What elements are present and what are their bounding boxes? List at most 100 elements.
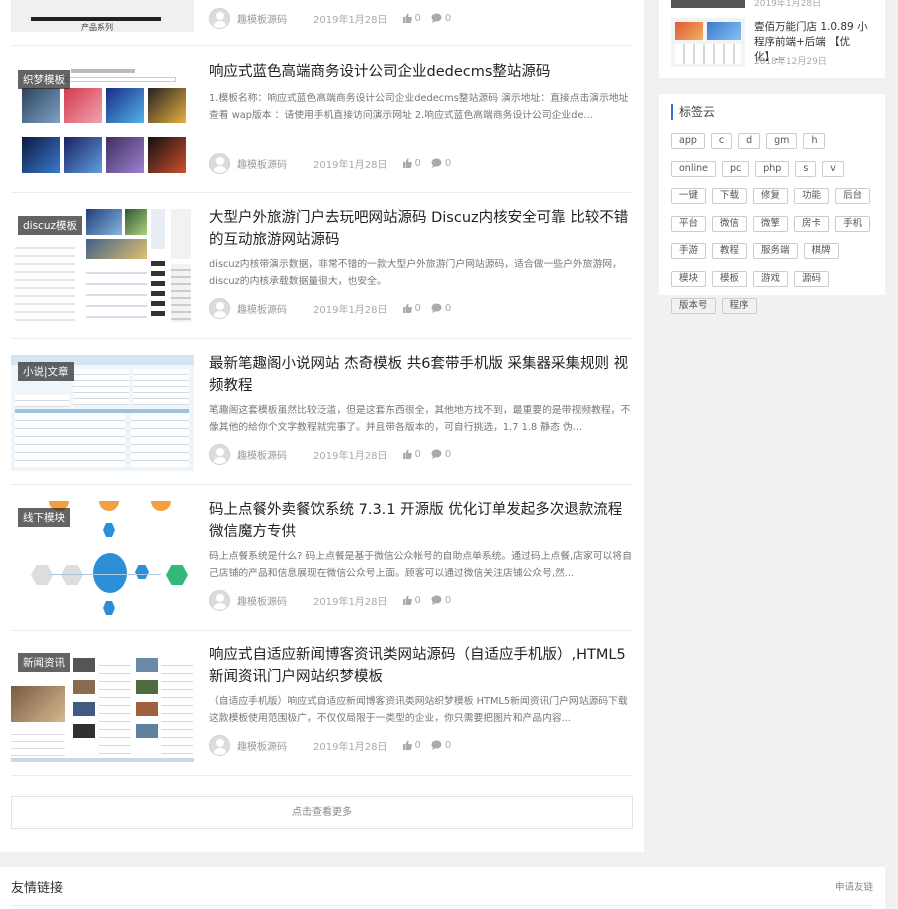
post-title[interactable]: 码上点餐外卖餐饮系统 7.3.1 开源版 优化订单发起多次退款流程 微信魔方专供 xyxy=(209,499,633,543)
tag-item[interactable]: 游戏 xyxy=(753,270,789,287)
post-title[interactable]: 最新笔趣阁小说网站 杰奇模板 共6套带手机版 采集器采集规则 视频教程 xyxy=(209,353,633,397)
post-meta: 趣模板源码 2019年1月28日 0 0 xyxy=(209,152,633,174)
like-count[interactable]: 0 xyxy=(402,158,421,169)
thumbs-up-icon xyxy=(402,158,412,168)
comment-count[interactable]: 0 xyxy=(431,158,451,169)
post-title[interactable]: 大型户外旅游门户去玩吧网站源码 Discuz内核安全可靠 比较不错的互动旅游网站… xyxy=(209,207,633,251)
tag-item[interactable]: gm xyxy=(766,133,798,149)
main-content: 产品系列 趣模板源码 2019年1月28日 0 0 织梦模板 响应式蓝色高端商务… xyxy=(0,0,644,852)
post-thumbnail[interactable]: discuz模板 xyxy=(11,209,194,325)
post-thumbnail[interactable]: 产品系列 xyxy=(11,0,194,32)
user-avatar-icon[interactable] xyxy=(209,7,230,29)
user-avatar-icon[interactable] xyxy=(209,443,230,465)
comment-icon xyxy=(431,303,442,313)
tag-item[interactable]: 源码 xyxy=(794,270,830,287)
thumbs-up-icon xyxy=(402,449,412,459)
tag-item[interactable]: 下载 xyxy=(712,188,748,204)
post-excerpt: 笔趣阁这套模板虽然比较泛滥，但是这套东西很全，其他地方找不到，最重要的是带视频教… xyxy=(209,405,631,433)
like-count[interactable]: 0 xyxy=(402,740,421,751)
tag-item[interactable]: 微擎 xyxy=(753,215,789,232)
comment-count[interactable]: 0 xyxy=(431,303,451,314)
post-date: 2019年1月28日 xyxy=(313,14,388,26)
user-avatar-icon[interactable] xyxy=(209,297,230,319)
post-meta: 趣模板源码 2019年1月28日 0 0 xyxy=(209,734,633,756)
tag-item[interactable]: 版本号 xyxy=(671,298,716,314)
comment-icon xyxy=(431,740,442,750)
post-thumbnail[interactable]: 线下模块 xyxy=(11,501,194,617)
tag-item[interactable]: 手机 xyxy=(835,215,871,232)
tag-item[interactable]: php xyxy=(755,160,790,177)
post-excerpt: （自适应手机版）响应式自适应新闻博客资讯类网站织梦模板 HTML5新闻资讯门户网… xyxy=(209,696,628,724)
post-author[interactable]: 趣模板源码 xyxy=(237,301,287,316)
tag-item[interactable]: 平台 xyxy=(671,215,707,232)
post-author[interactable]: 趣模板源码 xyxy=(237,593,287,608)
tag-item[interactable]: v xyxy=(822,160,844,177)
like-count[interactable]: 0 xyxy=(402,595,421,606)
post-author[interactable]: 趣模板源码 xyxy=(237,156,287,171)
user-avatar-icon[interactable] xyxy=(209,734,230,756)
tag-item[interactable]: d xyxy=(738,133,761,149)
sidebar-item-date: 2018年12月29日 xyxy=(754,57,827,67)
post-author[interactable]: 趣模板源码 xyxy=(237,11,287,26)
post-thumbnail[interactable]: 织梦模板 xyxy=(11,63,194,179)
post-author[interactable]: 趣模板源码 xyxy=(237,738,287,753)
thumbs-up-icon xyxy=(402,740,412,750)
post-thumbnail[interactable]: 新闻资讯 xyxy=(11,646,194,762)
post-meta: 趣模板源码 2019年1月28日 0 0 xyxy=(209,589,633,611)
tag-item[interactable]: 教程 xyxy=(712,243,748,259)
post-excerpt: discuz内核带演示数据，非常不错的一款大型户外旅游门户网站源码，适合做一些户… xyxy=(209,259,622,287)
tag-item[interactable]: 棋牌 xyxy=(803,243,839,259)
post-item: 产品系列 趣模板源码 2019年1月28日 0 0 xyxy=(11,0,633,46)
tag-item[interactable]: 微信 xyxy=(712,215,748,232)
sidebar-item-thumbnail[interactable] xyxy=(671,0,745,8)
user-avatar-icon[interactable] xyxy=(209,589,230,611)
tag-item[interactable]: 模块 xyxy=(671,270,707,287)
post-thumbnail[interactable]: 小说|文章 xyxy=(11,355,194,471)
like-number: 0 xyxy=(414,739,421,751)
like-count[interactable]: 0 xyxy=(402,449,421,460)
tag-item[interactable]: app xyxy=(671,133,705,149)
tag-item[interactable]: 手游 xyxy=(671,243,707,259)
post-meta: 趣模板源码 2019年1月28日 0 0 xyxy=(209,443,633,465)
tag-cloud-list: app c d gm h online pc php s v 一键 下载 修复 功能 后台平台 微信 微擎 房卡手… xyxy=(671,128,877,321)
comment-count[interactable]: 0 xyxy=(431,740,451,751)
tag-item[interactable]: 功能 xyxy=(794,188,830,204)
comment-number: 0 xyxy=(444,739,452,751)
post-meta: 趣模板源码 2019年1月28日 0 0 xyxy=(209,297,633,319)
load-more-button[interactable]: 点击查看更多 xyxy=(11,796,633,829)
category-tag[interactable]: 线下模块 xyxy=(18,508,70,527)
category-tag[interactable]: 新闻资讯 xyxy=(18,653,70,672)
like-count[interactable]: 0 xyxy=(402,303,421,314)
tag-item[interactable]: 修复 xyxy=(753,188,789,204)
comment-number: 0 xyxy=(444,157,452,169)
category-tag[interactable]: discuz模板 xyxy=(18,216,82,235)
tag-item[interactable]: pc xyxy=(721,160,750,177)
tag-item[interactable]: c xyxy=(710,133,733,149)
tag-item[interactable]: 程序 xyxy=(721,298,757,314)
category-tag[interactable]: 小说|文章 xyxy=(18,362,74,381)
post-excerpt: 码上点餐系统是什么? 码上点餐是基于微信公众帐号的自助点单系统。通过码上点餐,店… xyxy=(209,551,632,579)
tag-item[interactable]: 服务端 xyxy=(753,243,798,259)
tag-item[interactable]: h xyxy=(803,133,826,149)
user-avatar-icon[interactable] xyxy=(209,152,230,174)
tag-item[interactable]: 模板 xyxy=(712,270,748,287)
apply-link-button[interactable]: 申请友链 xyxy=(835,879,873,893)
thumbs-up-icon xyxy=(402,595,412,605)
tag-item[interactable]: 一键 xyxy=(671,188,707,204)
tag-item[interactable]: s xyxy=(795,160,817,177)
tag-item[interactable]: 房卡 xyxy=(794,215,830,232)
like-number: 0 xyxy=(414,448,421,460)
post-title[interactable]: 响应式自适应新闻博客资讯类网站源码（自适应手机版）,HTML5新闻资讯门户网站织… xyxy=(209,644,633,688)
like-count[interactable]: 0 xyxy=(402,13,421,24)
post-title[interactable]: 响应式蓝色高端商务设计公司企业dedecms整站源码 xyxy=(209,61,633,83)
comment-count[interactable]: 0 xyxy=(431,449,451,460)
like-number: 0 xyxy=(414,302,421,314)
post-item: 新闻资讯 响应式自适应新闻博客资讯类网站源码（自适应手机版）,HTML5新闻资讯… xyxy=(11,630,633,776)
post-author[interactable]: 趣模板源码 xyxy=(237,447,287,462)
category-tag[interactable]: 织梦模板 xyxy=(18,70,70,89)
tag-item[interactable]: online xyxy=(671,160,716,177)
comment-count[interactable]: 0 xyxy=(431,13,451,24)
sidebar-item-thumbnail[interactable] xyxy=(671,18,745,67)
tag-item[interactable]: 后台 xyxy=(835,188,871,204)
comment-count[interactable]: 0 xyxy=(431,595,451,606)
